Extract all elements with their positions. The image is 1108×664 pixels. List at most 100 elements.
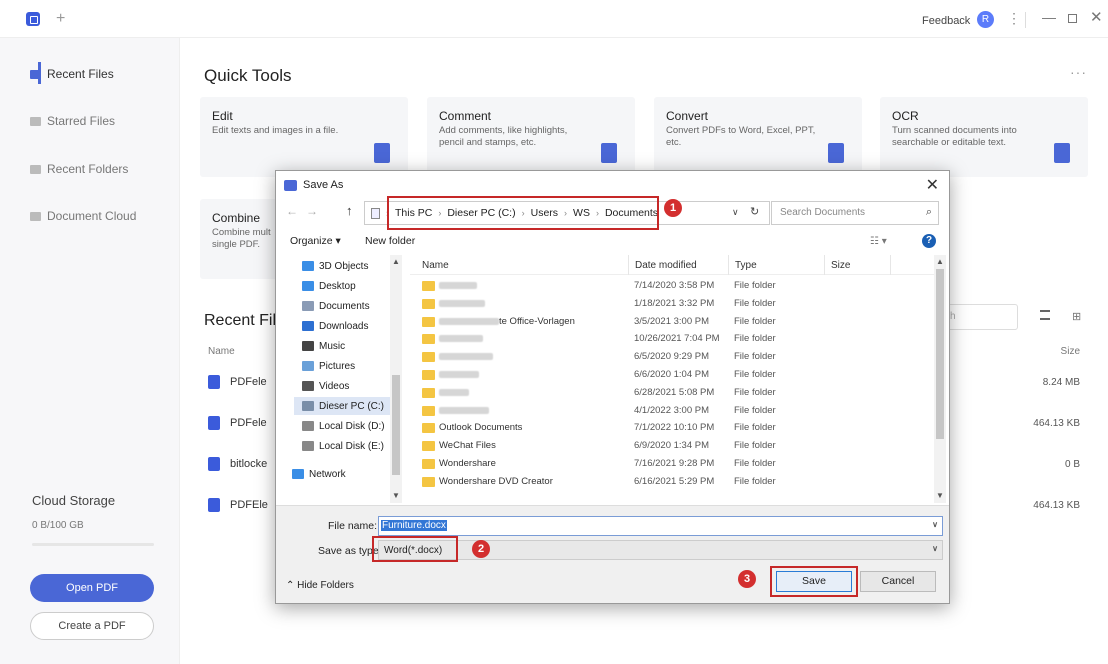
date-modified: 7/16/2021 9:28 PM <box>634 458 715 469</box>
file-name-input[interactable]: Furniture.docx ∨ <box>378 516 943 536</box>
refresh-icon[interactable]: ↻ <box>750 205 759 218</box>
nav-item-local-disk-e[interactable]: Local Disk (E:) <box>302 437 384 455</box>
file-name: PDFele <box>230 376 267 388</box>
new-tab-button[interactable]: + <box>56 10 65 28</box>
sidebar-item-document-cloud[interactable]: Document Cloud <box>30 206 136 226</box>
folder-row[interactable]: 7/14/2020 3:58 PM File folder <box>410 277 930 295</box>
tool-card-convert[interactable]: Convert Convert PDFs to Word, Excel, PPT… <box>654 97 862 177</box>
file-row[interactable]: PDFEle <box>208 495 268 515</box>
nav-item-desktop[interactable]: Desktop <box>302 277 356 295</box>
file-name: PDFEle <box>230 499 268 511</box>
nav-label: Desktop <box>319 280 356 292</box>
chevron-down-icon[interactable]: ∨ <box>932 544 938 553</box>
cancel-button[interactable]: Cancel <box>860 571 936 592</box>
folder-row[interactable]: 6/28/2021 5:08 PM File folder <box>410 384 930 402</box>
nav-item-local-disk-d[interactable]: Local Disk (D:) <box>302 417 385 435</box>
folder-icon <box>422 476 435 487</box>
sidebar-item-recent-files[interactable]: Recent Files <box>30 64 114 84</box>
file-type: File folder <box>734 315 776 327</box>
save-options-panel: File name: Furniture.docx ∨ Save as type… <box>276 505 949 603</box>
help-icon[interactable]: ? <box>922 234 936 248</box>
back-forward-icons[interactable]: ←→ <box>286 204 326 218</box>
pdf-file-icon <box>208 498 220 512</box>
avatar[interactable]: R <box>977 11 994 28</box>
date-modified: 6/5/2020 9:29 PM <box>634 351 709 363</box>
sidebar-item-recent-folders[interactable]: Recent Folders <box>30 159 128 179</box>
file-row[interactable]: PDFele <box>208 413 267 433</box>
nav-item-downloads[interactable]: Downloads <box>302 317 368 335</box>
nav-scrollbar[interactable]: ▲ ▼ <box>390 255 402 503</box>
folder-row[interactable]: Outlook Documents 7/1/2022 10:10 PM File f… <box>410 419 930 437</box>
file-row[interactable]: bitlocke <box>208 454 267 474</box>
save-type-select[interactable]: Word(*.docx) ∨ <box>378 540 943 560</box>
column-type[interactable]: Type <box>735 260 757 271</box>
nav-label: Pictures <box>319 360 356 372</box>
dialog-close-icon[interactable]: ✕ <box>926 175 939 195</box>
create-pdf-button[interactable]: Create a PDF <box>30 612 154 640</box>
folder-row[interactable]: 6/6/2020 1:04 PM File folder <box>410 366 930 384</box>
column-size[interactable]: Size <box>831 260 850 271</box>
scroll-up-icon[interactable]: ▲ <box>936 257 944 266</box>
list-scrollbar[interactable]: ▲ ▼ <box>934 255 946 503</box>
address-dropdown-icon[interactable]: ∨ <box>732 207 739 218</box>
tool-card-ocr[interactable]: OCR Turn scanned documents into searchab… <box>880 97 1088 177</box>
hide-folders-button[interactable]: ⌃ Hide Folders <box>286 580 354 591</box>
column-name[interactable]: Name <box>422 260 449 271</box>
recent-search-input[interactable]: ch <box>940 304 1018 330</box>
pc-icon <box>371 207 380 219</box>
nav-label: Music <box>319 340 346 352</box>
scroll-thumb[interactable] <box>936 269 944 439</box>
organize-menu[interactable]: Organize ▾ <box>290 235 341 247</box>
nav-item-music[interactable]: Music <box>302 337 345 355</box>
scroll-down-icon[interactable]: ▼ <box>392 491 400 500</box>
column-date-modified[interactable]: Date modified <box>635 260 697 271</box>
more-icon[interactable]: ··· <box>1070 64 1087 80</box>
date-modified: 6/28/2021 5:08 PM <box>634 386 715 398</box>
view-options-icon[interactable]: ☷ ▾ <box>870 236 887 247</box>
list-view-icon[interactable] <box>1040 310 1050 320</box>
nav-item-videos[interactable]: Videos <box>302 377 349 395</box>
maximize-icon[interactable] <box>1068 14 1077 23</box>
column-divider <box>728 255 729 275</box>
column-name[interactable]: Name <box>208 346 235 357</box>
folder-row[interactable]: 1/18/2021 3:32 PM File folder <box>410 295 930 313</box>
nav-label: Documents <box>319 300 370 312</box>
new-folder-button[interactable]: New folder <box>365 235 415 247</box>
pdf-file-icon <box>208 416 220 430</box>
chevron-up-icon: ⌃ <box>286 580 295 591</box>
search-documents-input[interactable]: Search Documents ⌕ <box>771 201 939 225</box>
dialog-title-bar: Save As <box>284 179 343 191</box>
nav-item-network[interactable]: Network <box>292 465 346 483</box>
folder-row[interactable]: 10/26/2021 7:04 PM File folder <box>410 330 930 348</box>
file-row[interactable]: PDFele <box>208 372 267 392</box>
folder-row[interactable]: Wondershare DVD Creator 6/16/2021 5:29 PM… <box>410 473 930 491</box>
nav-item-3d-objects[interactable]: 3D Objects <box>302 257 368 275</box>
folder-row[interactable]: Wondershare 7/16/2021 9:28 PM File folder <box>410 455 930 473</box>
feedback-link[interactable]: Feedback <box>922 15 970 27</box>
up-arrow-icon[interactable]: ↑ <box>346 203 353 218</box>
close-window-icon[interactable]: ✕ <box>1090 8 1103 26</box>
grid-view-icon[interactable]: ⊞ <box>1072 310 1081 323</box>
nav-item-dieser-pc[interactable]: Dieser PC (C:) <box>294 397 394 415</box>
scroll-thumb[interactable] <box>392 375 400 475</box>
nav-item-documents[interactable]: Documents <box>302 297 370 315</box>
nav-label: 3D Objects <box>319 260 369 272</box>
pdf-file-icon <box>208 375 220 389</box>
folder-row[interactable]: 4/1/2022 3:00 PM File folder <box>410 402 930 420</box>
chevron-down-icon[interactable]: ∨ <box>932 520 938 529</box>
folder-row[interactable]: te Office-Vorlagen 3/5/2021 3:00 PM File f… <box>410 313 930 331</box>
tool-card-edit[interactable]: Edit Edit texts and images in a file. <box>200 97 408 177</box>
folder-row[interactable]: WeChat Files 6/9/2020 1:34 PM File folder <box>410 437 930 455</box>
more-options-icon[interactable]: ⋮ <box>1007 10 1021 27</box>
open-pdf-button[interactable]: Open PDF <box>30 574 154 602</box>
tool-card-comment[interactable]: Comment Add comments, like highlights, p… <box>427 97 635 177</box>
folder-row[interactable]: 6/5/2020 9:29 PM File folder <box>410 348 930 366</box>
scroll-up-icon[interactable]: ▲ <box>392 257 400 266</box>
nav-item-pictures[interactable]: Pictures <box>302 357 355 375</box>
column-size[interactable]: Size <box>1040 346 1080 357</box>
redacted-name <box>439 299 485 307</box>
scroll-down-icon[interactable]: ▼ <box>936 491 944 500</box>
sidebar-item-starred-files[interactable]: Starred Files <box>30 111 115 131</box>
redacted-name <box>439 282 477 289</box>
minimize-icon[interactable]: — <box>1042 9 1056 25</box>
